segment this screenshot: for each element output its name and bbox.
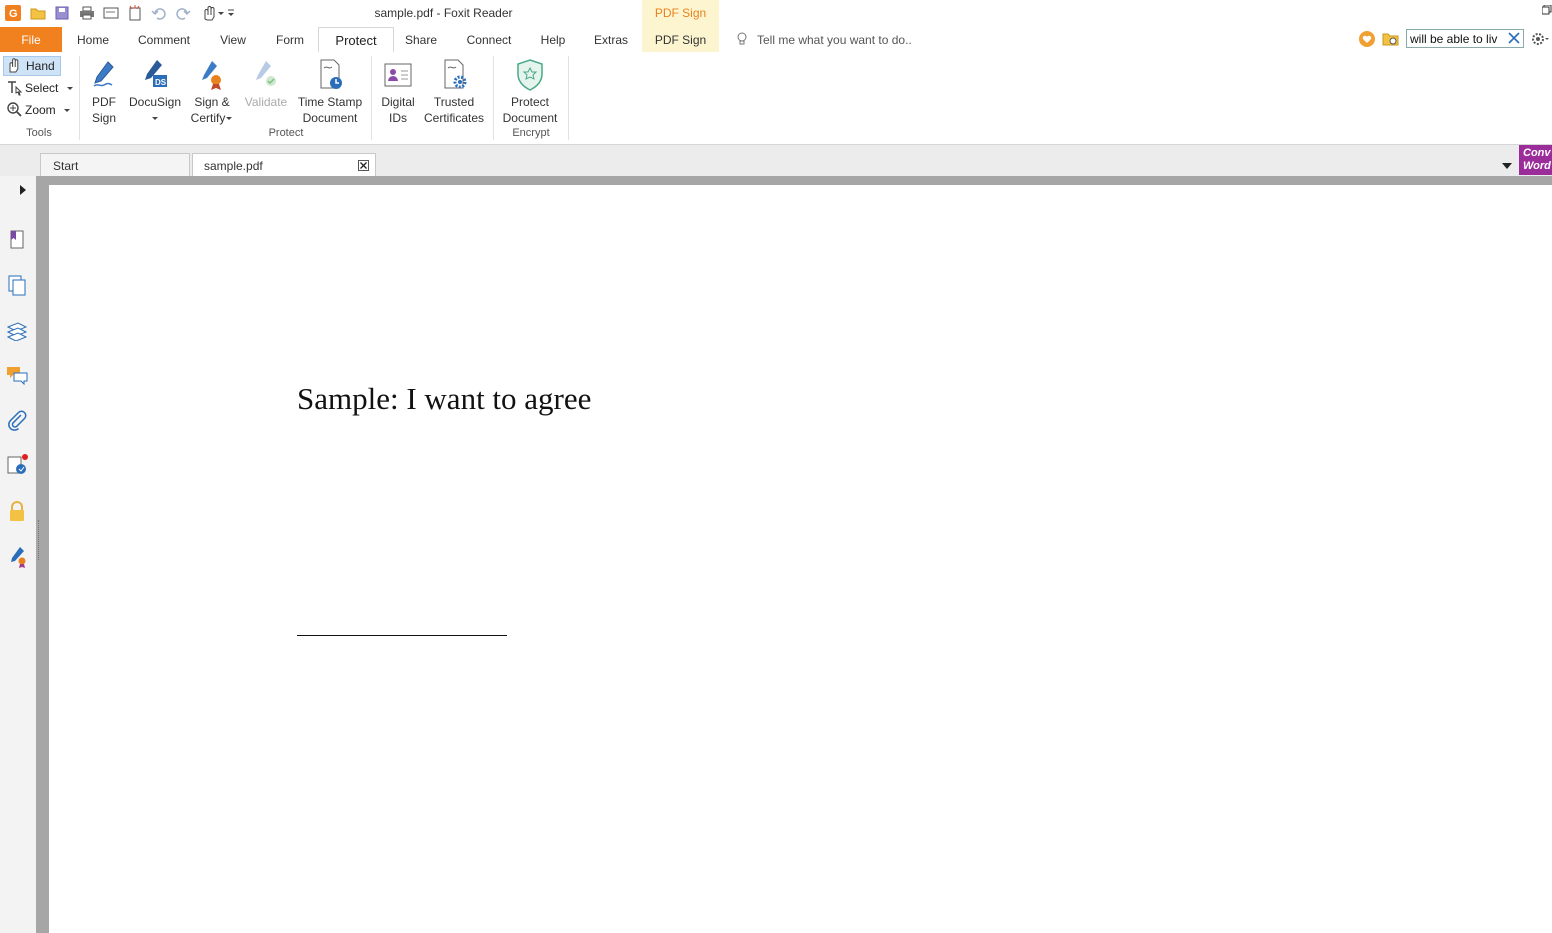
zoom-dropdown-arrow-icon [64, 109, 71, 112]
docusign-dropdown-arrow-icon [152, 117, 158, 120]
context-tab-header: PDF Sign [642, 0, 719, 27]
sign-certify-dropdown-arrow-icon [226, 117, 233, 120]
navigation-sidebar [0, 176, 37, 933]
digital-ids-label-2: IDs [389, 111, 407, 125]
tab-home[interactable]: Home [70, 27, 116, 52]
tab-form[interactable]: Form [268, 27, 312, 52]
zoom-icon [7, 102, 22, 117]
convert-badge-line-2: Word [1523, 160, 1551, 172]
validate-check-icon [256, 61, 276, 86]
hand-tool[interactable]: Hand [3, 56, 61, 76]
tell-me-placeholder: Tell me what you want to do.. [757, 33, 912, 47]
tools-group-label: Tools [26, 127, 52, 139]
sign-certify-label-2: Certify [190, 111, 226, 125]
svg-text:DS: DS [155, 78, 167, 87]
bookmarks-icon[interactable] [6, 228, 28, 250]
time-stamp-label-1: Time Stamp [297, 95, 363, 109]
tab-pdf-sign[interactable]: PDF Sign [642, 27, 719, 52]
tab-file[interactable]: File [0, 27, 62, 52]
certify-ribbon-icon [202, 61, 221, 90]
validate-label: Validate [244, 95, 288, 109]
encrypt-group-label: Encrypt [512, 127, 550, 139]
restore-window-icon[interactable] [1541, 4, 1552, 18]
signatures-panel-icon[interactable] [6, 454, 28, 476]
document-frame-top [36, 176, 1552, 185]
pages-thumbnails-icon[interactable] [6, 274, 28, 296]
find-folder-icon[interactable] [1382, 32, 1400, 50]
window-title: sample.pdf - Foxit Reader [374, 6, 513, 20]
pen-sign-icon [93, 61, 114, 87]
tab-extras[interactable]: Extras [586, 27, 636, 52]
search-box[interactable] [1406, 29, 1524, 48]
trusted-certificates-label-1: Trusted [433, 95, 475, 109]
tab-start[interactable]: Start [40, 153, 190, 176]
zoom-tool[interactable]: Zoom [3, 100, 71, 120]
comments-icon[interactable] [6, 364, 28, 386]
tab-connect[interactable]: Connect [456, 27, 522, 52]
pdf-page[interactable]: Sample: I want to agree [49, 185, 1552, 933]
tab-protect[interactable]: Protect [318, 27, 394, 54]
shield-icon [517, 59, 543, 91]
select-text-icon [8, 81, 23, 96]
search-input[interactable] [1410, 31, 1504, 46]
tab-help[interactable]: Help [532, 27, 574, 52]
document-text: Sample: I want to agree [297, 381, 592, 416]
protect-document-label-2: Document [502, 111, 558, 125]
docusign-button[interactable]: DS DocuSign [127, 58, 183, 126]
tab-comment[interactable]: Comment [130, 27, 198, 52]
expand-panel-arrow-icon[interactable] [20, 184, 26, 198]
convert-to-word-badge[interactable]: Conv Word [1519, 145, 1552, 175]
time-stamp-icon [320, 59, 342, 89]
pdf-sign-label-1: PDF [92, 95, 116, 109]
attachments-paperclip-icon[interactable] [6, 410, 28, 432]
select-tool[interactable]: Select [3, 78, 74, 98]
select-tool-label: Select [25, 81, 59, 95]
docusign-label: DocuSign [128, 95, 182, 109]
layers-icon[interactable] [6, 319, 28, 342]
close-tab-icon[interactable] [358, 160, 369, 171]
docusign-icon: DS [145, 60, 167, 87]
time-stamp-button[interactable]: Time Stamp Document [295, 58, 365, 126]
security-lock-icon[interactable] [6, 500, 28, 522]
trusted-certificates-label-2: Certificates [423, 111, 485, 125]
certificate-gear-icon [444, 59, 467, 89]
title-bar: G sample.pdf - Foxit Reader PDF Sign [0, 0, 1552, 27]
ribbon: Hand Select Zoom Tools PDF Sign DS DocuS… [0, 52, 1552, 145]
tell-me-box[interactable]: Tell me what you want to do.. [735, 27, 912, 52]
clear-search-icon[interactable] [1507, 31, 1521, 48]
digital-ids-button[interactable]: Digital IDs [377, 58, 419, 126]
protect-document-button[interactable]: Protect Document [498, 58, 562, 126]
splitter-grip[interactable] [38, 520, 41, 560]
digital-ids-label-1: Digital [381, 95, 415, 109]
hand-tool-label: Hand [26, 59, 55, 73]
hand-icon [9, 58, 19, 73]
id-card-icon [384, 63, 412, 87]
favorite-heart-icon[interactable] [1358, 31, 1376, 50]
document-tab-bar: Start sample.pdf Conv Word [0, 145, 1552, 176]
lightbulb-icon [737, 32, 747, 45]
tab-sample-pdf-label: sample.pdf [204, 159, 263, 173]
validate-button[interactable]: Validate [242, 58, 290, 110]
tab-share[interactable]: Share [398, 27, 444, 52]
settings-gear-icon[interactable] [1530, 31, 1550, 50]
protect-document-label-1: Protect [510, 95, 549, 109]
zoom-tool-label: Zoom [25, 103, 56, 117]
sign-certify-label-1: Sign & [194, 95, 230, 109]
tab-sample-pdf[interactable]: sample.pdf [192, 153, 376, 176]
signature-line [297, 635, 507, 636]
sign-certify-button[interactable]: Sign & Certify [188, 58, 236, 126]
ribbon-divider [568, 56, 569, 140]
pdf-sign-button[interactable]: PDF Sign [84, 58, 124, 126]
protect-group-label: Protect [268, 127, 304, 139]
tab-view[interactable]: View [212, 27, 254, 52]
panel-splitter[interactable] [36, 176, 49, 933]
tab-list-dropdown-icon[interactable] [1502, 158, 1512, 172]
trusted-certificates-button[interactable]: Trusted Certificates [422, 58, 486, 126]
time-stamp-label-2: Document [302, 111, 358, 125]
select-dropdown-arrow-icon [66, 87, 73, 90]
menu-tab-row: File Home Comment View Form Protect Shar… [0, 27, 1552, 54]
convert-badge-line-1: Conv [1523, 147, 1551, 159]
certify-pen-icon[interactable] [6, 546, 28, 568]
pdf-sign-label-2: Sign [91, 111, 117, 125]
